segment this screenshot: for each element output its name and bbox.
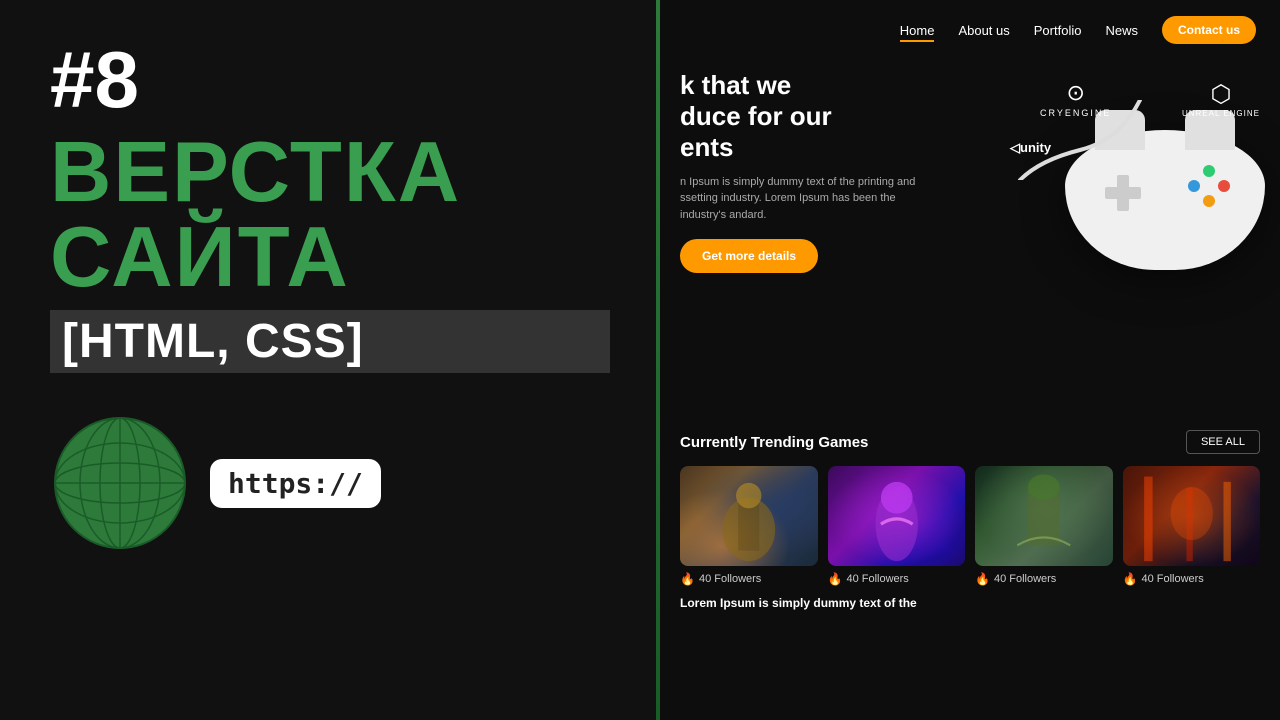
- navigation: Home About us Portfolio News Contact us: [660, 0, 1280, 60]
- fire-icon-4: 🔥: [1123, 572, 1138, 586]
- hero-section: k that we duce for our ents n Ipsum is s…: [660, 60, 1280, 420]
- hero-content: k that we duce for our ents n Ipsum is s…: [660, 60, 1280, 420]
- title-line1: ВЕРСТКА: [50, 130, 610, 215]
- https-badge: https://: [210, 459, 381, 508]
- game-followers-3: 🔥 40 Followers: [975, 572, 1113, 586]
- game-card-2[interactable]: 🔥 40 Followers: [828, 466, 966, 586]
- hero-body-text: n Ipsum is simply dummy text of the prin…: [680, 174, 940, 224]
- game-card-4[interactable]: 🔥 40 Followers: [1123, 466, 1261, 586]
- trending-section: Currently Trending Games SEE ALL 🔥 40 Fo…: [660, 420, 1280, 586]
- see-all-button[interactable]: SEE ALL: [1186, 430, 1260, 454]
- get-more-button[interactable]: Get more details: [680, 239, 818, 273]
- game-thumbnail-1: [680, 466, 818, 566]
- fire-icon-1: 🔥: [680, 572, 695, 586]
- nav-news[interactable]: News: [1105, 23, 1138, 38]
- nav-portfolio[interactable]: Portfolio: [1034, 23, 1082, 38]
- game-card-3[interactable]: 🔥 40 Followers: [975, 466, 1113, 586]
- title-line2: САЙТА: [50, 215, 610, 300]
- trending-title: Currently Trending Games: [680, 434, 868, 451]
- contact-button[interactable]: Contact us: [1162, 16, 1256, 44]
- nav-about[interactable]: About us: [958, 23, 1009, 38]
- subtitle: [HTML, CSS]: [50, 310, 610, 373]
- games-grid: 🔥 40 Followers 🔥 40 Followers: [680, 466, 1260, 586]
- episode-number: #8: [50, 40, 610, 120]
- footer-text: Lorem Ipsum is simply dummy text of the: [660, 586, 1280, 613]
- game-followers-2: 🔥 40 Followers: [828, 572, 966, 586]
- game-thumbnail-3: [975, 466, 1113, 566]
- globe-container: https://: [50, 413, 610, 553]
- game-followers-4: 🔥 40 Followers: [1123, 572, 1261, 586]
- game-followers-1: 🔥 40 Followers: [680, 572, 818, 586]
- nav-home[interactable]: Home: [900, 23, 935, 38]
- game-thumbnail-4: [1123, 466, 1261, 566]
- fire-icon-2: 🔥: [828, 572, 843, 586]
- globe-icon: [50, 413, 190, 553]
- game-card-1[interactable]: 🔥 40 Followers: [680, 466, 818, 586]
- game-thumbnail-2: [828, 466, 966, 566]
- right-panel: Home About us Portfolio News Contact us …: [660, 0, 1280, 720]
- fire-icon-3: 🔥: [975, 572, 990, 586]
- trending-header: Currently Trending Games SEE ALL: [680, 430, 1260, 454]
- left-panel: #8 ВЕРСТКА САЙТА [HTML, CSS] https://: [0, 0, 660, 720]
- hero-heading: k that we duce for our ents: [680, 70, 1260, 164]
